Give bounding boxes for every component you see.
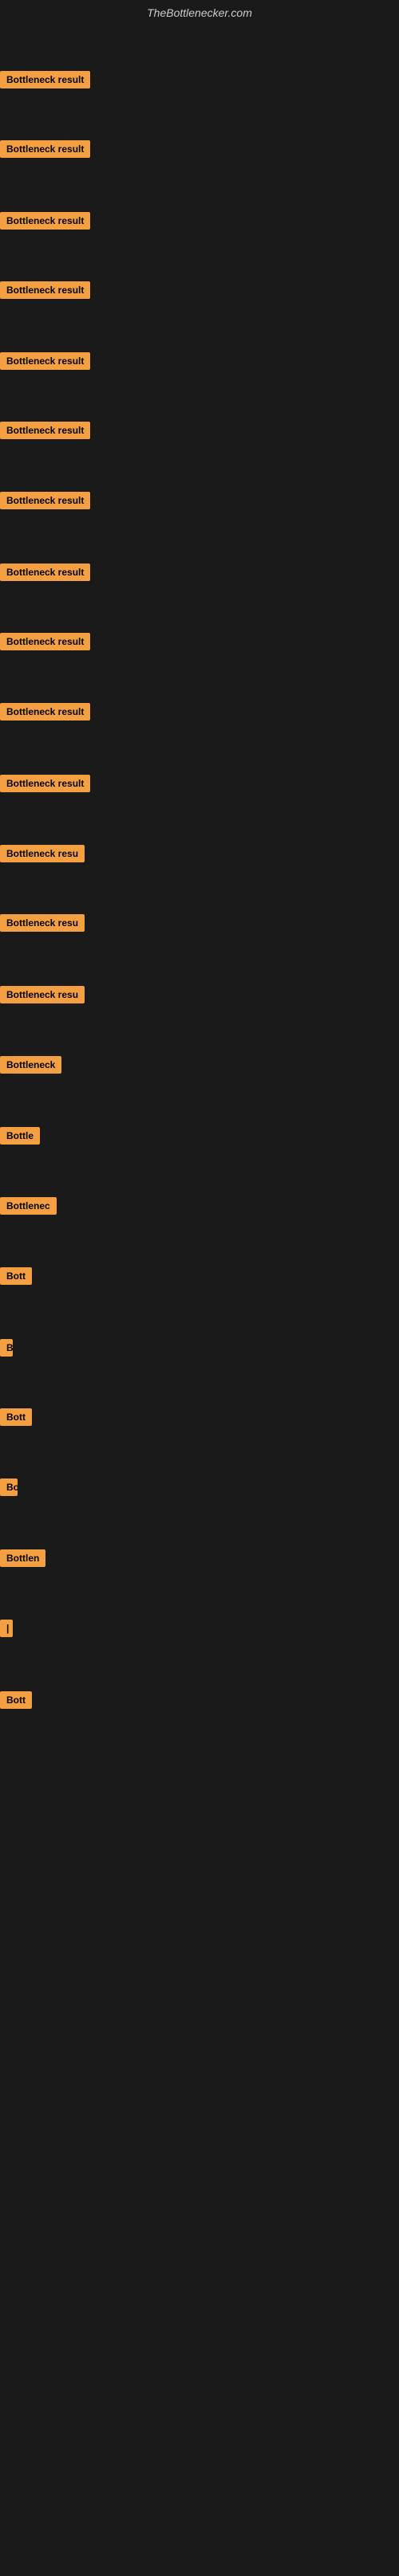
bottleneck-item-20[interactable]: Bott <box>0 1408 32 1430</box>
bottleneck-item-16[interactable]: Bottle <box>0 1127 40 1149</box>
bottleneck-item-2[interactable]: Bottleneck result <box>0 140 90 162</box>
bottleneck-badge-3[interactable]: Bottleneck result <box>0 212 90 230</box>
bottleneck-item-15[interactable]: Bottleneck <box>0 1056 61 1078</box>
bottleneck-badge-17[interactable]: Bottlenec <box>0 1197 57 1215</box>
bottleneck-item-22[interactable]: Bottlen <box>0 1549 45 1571</box>
bottleneck-badge-14[interactable]: Bottleneck resu <box>0 986 85 1003</box>
bottleneck-badge-24[interactable]: Bott <box>0 1691 32 1709</box>
bottleneck-item-9[interactable]: Bottleneck result <box>0 633 90 654</box>
site-title: TheBottlenecker.com <box>0 0 399 26</box>
bottleneck-item-14[interactable]: Bottleneck resu <box>0 986 85 1007</box>
bottleneck-badge-5[interactable]: Bottleneck result <box>0 352 90 370</box>
bottleneck-item-21[interactable]: Bo <box>0 1478 18 1500</box>
bottleneck-item-18[interactable]: Bott <box>0 1267 32 1289</box>
bottleneck-badge-7[interactable]: Bottleneck result <box>0 492 90 509</box>
bottleneck-badge-16[interactable]: Bottle <box>0 1127 40 1145</box>
bottleneck-item-6[interactable]: Bottleneck result <box>0 422 90 443</box>
bottleneck-badge-1[interactable]: Bottleneck result <box>0 71 90 88</box>
bottleneck-item-19[interactable]: B <box>0 1339 13 1361</box>
bottleneck-item-17[interactable]: Bottlenec <box>0 1197 57 1219</box>
bottleneck-item-11[interactable]: Bottleneck result <box>0 775 90 796</box>
bottleneck-badge-18[interactable]: Bott <box>0 1267 32 1285</box>
bottleneck-item-13[interactable]: Bottleneck resu <box>0 914 85 936</box>
bottleneck-badge-9[interactable]: Bottleneck result <box>0 633 90 650</box>
bottleneck-badge-4[interactable]: Bottleneck result <box>0 281 90 299</box>
bottleneck-item-7[interactable]: Bottleneck result <box>0 492 90 513</box>
bottleneck-badge-15[interactable]: Bottleneck <box>0 1056 61 1074</box>
bottleneck-item-12[interactable]: Bottleneck resu <box>0 845 85 866</box>
bottleneck-item-5[interactable]: Bottleneck result <box>0 352 90 374</box>
bottleneck-badge-22[interactable]: Bottlen <box>0 1549 45 1567</box>
bottleneck-badge-10[interactable]: Bottleneck result <box>0 703 90 721</box>
bottleneck-item-23[interactable]: | <box>0 1620 13 1641</box>
bottleneck-item-3[interactable]: Bottleneck result <box>0 212 90 234</box>
bottleneck-badge-21[interactable]: Bo <box>0 1478 18 1496</box>
bottleneck-badge-8[interactable]: Bottleneck result <box>0 564 90 581</box>
bottleneck-item-1[interactable]: Bottleneck result <box>0 71 90 92</box>
bottleneck-item-24[interactable]: Bott <box>0 1691 32 1713</box>
bottleneck-badge-23[interactable]: | <box>0 1620 13 1637</box>
bottleneck-badge-13[interactable]: Bottleneck resu <box>0 914 85 932</box>
bottleneck-item-8[interactable]: Bottleneck result <box>0 564 90 585</box>
bottleneck-badge-2[interactable]: Bottleneck result <box>0 140 90 158</box>
bottleneck-badge-11[interactable]: Bottleneck result <box>0 775 90 792</box>
bottleneck-item-10[interactable]: Bottleneck result <box>0 703 90 724</box>
bottleneck-badge-20[interactable]: Bott <box>0 1408 32 1426</box>
bottleneck-badge-6[interactable]: Bottleneck result <box>0 422 90 439</box>
bottleneck-badge-19[interactable]: B <box>0 1339 13 1357</box>
bottleneck-badge-12[interactable]: Bottleneck resu <box>0 845 85 862</box>
bottleneck-item-4[interactable]: Bottleneck result <box>0 281 90 303</box>
